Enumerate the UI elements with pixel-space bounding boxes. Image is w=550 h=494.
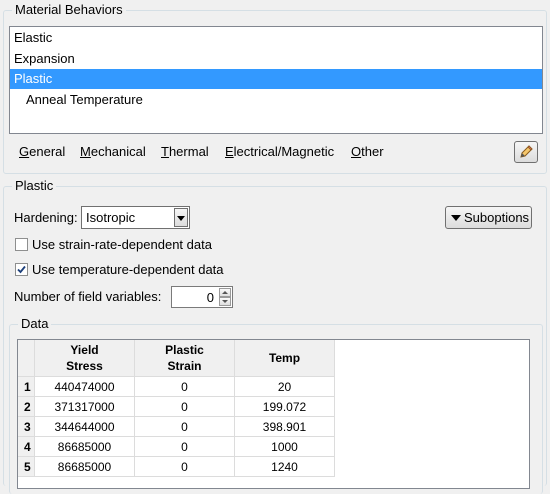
behavior-item-anneal-temperature[interactable]: Anneal Temperature	[10, 90, 542, 110]
menu-other[interactable]: Other	[351, 144, 384, 159]
row-header[interactable]: 2	[18, 397, 35, 417]
data-title: Data	[18, 316, 52, 331]
row-header[interactable]: 1	[18, 377, 35, 397]
table-cell[interactable]: 1000	[235, 437, 335, 457]
column-header-plastic-strain[interactable]: Plastic Strain	[135, 340, 235, 377]
table-cell[interactable]: 199.072	[235, 397, 335, 417]
temperature-checkbox[interactable]	[15, 263, 28, 276]
field-variables-spinner[interactable]: 0	[171, 286, 233, 308]
menu-electrical-magnetic[interactable]: Electrical/Magnetic	[225, 144, 334, 159]
column-header-line: Stress	[66, 359, 103, 373]
behavior-menubar: General Mechanical Thermal Electrical/Ma…	[9, 141, 509, 163]
field-variables-label: Number of field variables:	[14, 289, 162, 304]
table-cell[interactable]: 0	[135, 457, 235, 477]
row-header[interactable]: 5	[18, 457, 35, 477]
table-cell[interactable]: 0	[135, 377, 235, 397]
column-header-temp[interactable]: Temp	[235, 340, 335, 377]
row-header[interactable]: 4	[18, 437, 35, 457]
menu-mechanical[interactable]: Mechanical	[80, 144, 146, 159]
table-cell[interactable]: 86685000	[35, 457, 135, 477]
table-cell[interactable]: 398.901	[235, 417, 335, 437]
table-cell[interactable]: 86685000	[35, 437, 135, 457]
table-cell[interactable]: 344644000	[35, 417, 135, 437]
plastic-title: Plastic	[12, 178, 57, 193]
suboptions-label: Suboptions	[464, 210, 530, 225]
menu-thermal-rest: hermal	[168, 144, 209, 159]
spin-up-button[interactable]	[219, 288, 231, 297]
dropdown-arrow-icon	[451, 215, 461, 221]
menu-general-rest: eneral	[29, 144, 66, 159]
hardening-select[interactable]: Isotropic	[81, 206, 190, 229]
material-behaviors-list[interactable]: Elastic Expansion Plastic Anneal Tempera…	[9, 26, 543, 134]
pencil-icon	[518, 144, 534, 163]
table-cell[interactable]: 20	[235, 377, 335, 397]
behavior-item-elastic[interactable]: Elastic	[10, 28, 542, 48]
table-cell[interactable]: 0	[135, 397, 235, 417]
chevron-down-icon	[177, 216, 185, 221]
row-header[interactable]: 3	[18, 417, 35, 437]
table-cell[interactable]: 440474000	[35, 377, 135, 397]
table-cell[interactable]: 1240	[235, 457, 335, 477]
hardening-value: Isotropic	[86, 210, 136, 225]
table-cell[interactable]: 371317000	[35, 397, 135, 417]
suboptions-button[interactable]: Suboptions	[445, 206, 532, 229]
hardening-label: Hardening:	[14, 210, 78, 225]
menu-thermal[interactable]: Thermal	[161, 144, 209, 159]
strain-rate-label: Use strain-rate-dependent data	[32, 237, 212, 252]
data-table[interactable]: Yield Stress Plastic Strain Temp 1 4404740…	[17, 339, 530, 489]
table-cell[interactable]: 0	[135, 437, 235, 457]
spin-down-icon	[222, 300, 228, 303]
table-cell[interactable]: 0	[135, 417, 235, 437]
table-corner	[18, 340, 35, 377]
checkmark-icon	[17, 265, 26, 274]
spin-up-icon	[222, 291, 228, 294]
column-header-line: Strain	[167, 359, 202, 373]
material-behaviors-title: Material Behaviors	[12, 2, 126, 17]
column-header-yield-stress[interactable]: Yield Stress	[35, 340, 135, 377]
material-behaviors-group: Material Behaviors Elastic Expansion Pla…	[3, 2, 547, 174]
column-header-line: Plastic	[165, 343, 204, 357]
behavior-item-expansion[interactable]: Expansion	[10, 49, 542, 69]
edit-behavior-button[interactable]	[514, 141, 538, 163]
menu-general[interactable]: General	[19, 144, 65, 159]
column-header-line: Temp	[268, 351, 301, 365]
menu-electrical-rest: lectrical/Magnetic	[233, 144, 335, 159]
hardening-dropdown-button[interactable]	[174, 208, 188, 227]
behavior-item-plastic[interactable]: Plastic	[10, 69, 542, 89]
field-variables-value: 0	[206, 290, 214, 305]
spin-down-button[interactable]	[219, 297, 231, 306]
strain-rate-checkbox[interactable]	[15, 238, 28, 251]
temperature-label: Use temperature-dependent data	[32, 262, 224, 277]
column-header-line: Yield	[70, 343, 99, 357]
menu-mechanical-rest: echanical	[90, 144, 146, 159]
menu-other-rest: ther	[361, 144, 384, 159]
